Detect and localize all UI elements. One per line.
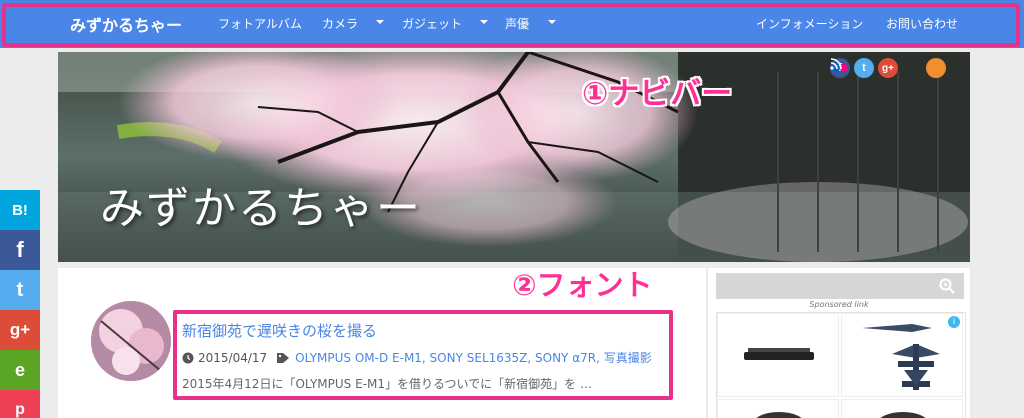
ad-info-icon[interactable]: i <box>948 316 960 328</box>
ad-item[interactable]: i <box>841 313 963 397</box>
pocket-share-button[interactable]: p <box>0 390 40 418</box>
post-thumbnail[interactable] <box>91 301 171 381</box>
chevron-down-icon[interactable] <box>376 20 384 24</box>
rss-icon[interactable] <box>830 58 946 78</box>
hatena-bookmark-button[interactable]: B! <box>0 190 40 230</box>
nav-item-information[interactable]: インフォメーション <box>756 15 863 32</box>
header-social-icons: f t g+ <box>830 58 946 78</box>
ad-block[interactable]: i <box>716 312 966 418</box>
header-image[interactable]: みずかるちゃー ①ナビバー f t g+ <box>58 52 970 262</box>
annotation-font: ②フォント <box>512 268 653 302</box>
nav-item-gadget[interactable]: ガジェット <box>402 15 462 32</box>
twitter-share-button[interactable]: t <box>0 270 40 310</box>
chevron-down-icon[interactable] <box>480 20 488 24</box>
nav-item-contact[interactable]: お問い合わせ <box>886 15 958 32</box>
post-excerpt: 2015年4月12日に「OLYMPUS E-M1」を借りるついでに「新宿御苑」を… <box>182 377 592 391</box>
twitter-icon[interactable]: t <box>854 58 874 78</box>
sidebar: Sponsored link i <box>708 268 970 418</box>
google-plus-icon[interactable]: g+ <box>878 58 898 78</box>
evernote-share-button[interactable]: e <box>0 350 40 390</box>
site-brand-link[interactable]: みずかるちゃー <box>70 12 182 36</box>
navbar: みずかるちゃー フォトアルバム カメラ ガジェット 声優 インフォメーション お… <box>0 0 1024 48</box>
ad-item[interactable] <box>841 399 963 418</box>
search-bar[interactable] <box>716 273 964 299</box>
nav-item-camera[interactable]: カメラ <box>322 15 358 32</box>
chevron-down-icon[interactable] <box>548 20 556 24</box>
nav-item-photo-album[interactable]: フォトアルバム <box>218 15 302 32</box>
post-meta: 2015/04/17 OLYMPUS OM-D E-M1, SONY SEL16… <box>182 349 652 366</box>
site-title: みずかるちゃー <box>100 183 422 234</box>
ad-item[interactable] <box>717 399 839 418</box>
annotation-navbar: ①ナビバー <box>582 76 733 112</box>
nav-item-voice-actor[interactable]: 声優 <box>505 15 529 32</box>
tag-icon <box>277 352 290 363</box>
post-date: 2015/04/17 <box>198 350 268 365</box>
flickr-icon[interactable] <box>832 58 922 78</box>
post-title-link[interactable]: 新宿御苑で遅咲きの桜を撮る <box>182 320 377 341</box>
post-categories[interactable]: OLYMPUS OM-D E-M1, SONY SEL1635Z, SONY α… <box>295 349 652 366</box>
clock-icon <box>182 352 194 363</box>
search-icon[interactable] <box>938 277 956 295</box>
facebook-share-button[interactable]: f <box>0 230 40 270</box>
google-plus-share-button[interactable]: g+ <box>0 310 40 350</box>
sponsored-label: Sponsored link <box>809 300 869 309</box>
ad-item[interactable] <box>717 313 839 397</box>
